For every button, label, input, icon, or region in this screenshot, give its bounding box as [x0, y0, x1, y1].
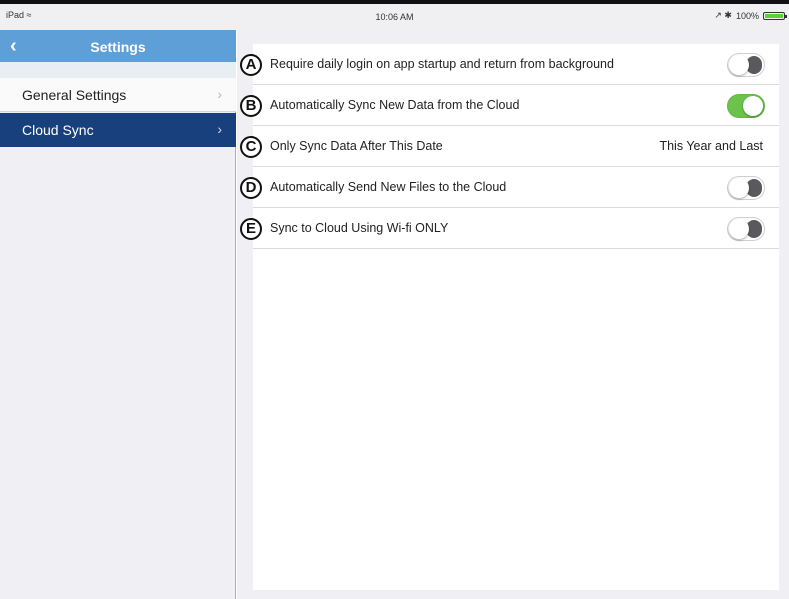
setting-row-send-files: Automatically Send New Files to the Clou…	[253, 167, 779, 208]
setting-label: Only Sync Data After This Date	[270, 139, 443, 153]
setting-label: Automatically Send New Files to the Clou…	[270, 180, 507, 194]
setting-row-auto-sync: Automatically Sync New Data from the Clo…	[253, 85, 779, 126]
chevron-right-icon: ›	[217, 86, 222, 102]
daily-login-toggle[interactable]	[727, 53, 765, 77]
callout-marker-e: E	[240, 218, 262, 240]
status-bar: iPad ≈ 10:06 AM ↗ ✱ 100%	[0, 4, 789, 30]
battery-percent: 100%	[735, 10, 759, 21]
setting-label: Sync to Cloud Using Wi-fi ONLY	[270, 221, 449, 235]
callout-marker-a: A	[240, 54, 262, 76]
auto-sync-toggle[interactable]	[727, 94, 765, 118]
sidebar-item-label: Cloud Sync	[22, 122, 94, 138]
send-files-toggle[interactable]	[727, 176, 765, 200]
location-bluetooth-icon: ↗ ✱	[714, 10, 732, 20]
wifi-only-toggle[interactable]	[727, 217, 765, 241]
sidebar-spacer	[0, 62, 236, 79]
sidebar-title: Settings	[90, 39, 146, 55]
sync-date-value[interactable]: This Year and Last	[659, 139, 763, 153]
callout-marker-b: B	[240, 95, 262, 117]
setting-row-sync-after-date[interactable]: Only Sync Data After This Date This Year…	[253, 126, 779, 167]
sidebar-item-general-settings[interactable]: General Settings ›	[0, 78, 236, 112]
main-content: Require daily login on app startup and r…	[237, 30, 789, 599]
sidebar: ‹ Settings General Settings › Cloud Sync…	[0, 30, 236, 599]
sidebar-header: ‹ Settings	[0, 30, 236, 62]
setting-label: Automatically Sync New Data from the Clo…	[270, 98, 520, 112]
setting-row-wifi-only: Sync to Cloud Using Wi-fi ONLY	[253, 208, 779, 249]
sidebar-item-label: General Settings	[22, 87, 127, 103]
status-time: 10:06 AM	[375, 12, 414, 22]
settings-panel: Require daily login on app startup and r…	[253, 44, 779, 590]
callout-marker-c: C	[240, 136, 262, 158]
status-right: ↗ ✱ 100%	[714, 10, 787, 21]
setting-row-daily-login: Require daily login on app startup and r…	[253, 44, 779, 85]
chevron-right-icon: ›	[217, 121, 222, 137]
callout-marker-d: D	[240, 177, 262, 199]
sidebar-item-cloud-sync[interactable]: Cloud Sync ›	[0, 113, 236, 147]
battery-icon	[763, 11, 787, 20]
setting-label: Require daily login on app startup and r…	[270, 57, 614, 71]
